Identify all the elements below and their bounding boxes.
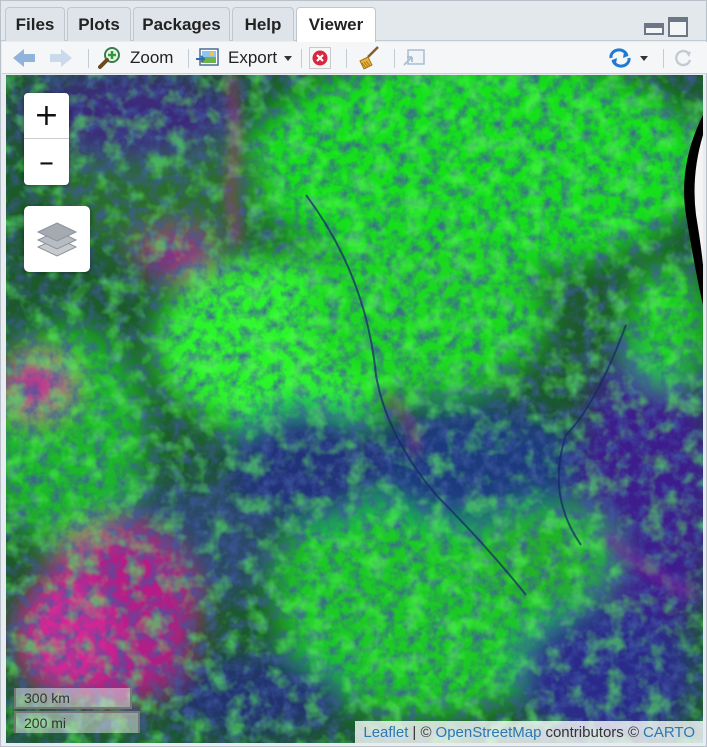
- sync-menu-button[interactable]: [607, 42, 648, 74]
- zoom-control: + –: [24, 93, 69, 185]
- tab-files[interactable]: Files: [5, 7, 65, 41]
- scale-km-label: 300 km: [24, 690, 70, 706]
- tab-packages[interactable]: Packages: [133, 7, 230, 41]
- viewer-toolbar: Zoom Export: [2, 42, 707, 74]
- back-button[interactable]: [13, 42, 35, 74]
- layers-control-button[interactable]: [24, 206, 90, 272]
- export-image-icon: [196, 48, 219, 66]
- window-controls: [644, 17, 688, 37]
- show-in-window-button[interactable]: [402, 42, 426, 74]
- zoom-in-label: +: [33, 98, 60, 133]
- new-window-icon: [403, 49, 425, 66]
- chevron-down-icon: [640, 55, 648, 61]
- tab-viewer[interactable]: Viewer: [296, 7, 376, 42]
- minimize-icon[interactable]: [644, 23, 664, 35]
- tab-plots[interactable]: Plots: [67, 7, 131, 41]
- layers-icon: [36, 222, 78, 257]
- forward-arrow-icon: [50, 49, 72, 67]
- scale-mi-label: 200 mi: [24, 715, 67, 731]
- chevron-down-icon: [284, 55, 293, 61]
- export-label: Export: [228, 48, 278, 67]
- clear-all-button[interactable]: [356, 42, 382, 74]
- sync-icon: [609, 48, 631, 68]
- toolbar-divider: [346, 49, 347, 68]
- attribution-contributors: contributors ©: [545, 723, 640, 741]
- toolbar-divider: [394, 49, 395, 68]
- toolbar-divider: [88, 49, 89, 68]
- viewer-pane: Files Plots Packages Help Viewer Zoom Ex…: [0, 0, 707, 747]
- maximize-icon[interactable]: [668, 17, 688, 37]
- toolbar-divider: [301, 49, 302, 68]
- satellite-imagery-layer: [6, 75, 703, 743]
- clear-viewer-button[interactable]: [309, 42, 331, 74]
- zoom-button[interactable]: Zoom: [98, 42, 173, 74]
- tab-label: Packages: [142, 14, 221, 34]
- tab-label: Plots: [78, 14, 120, 34]
- back-arrow-icon: [13, 49, 35, 67]
- tab-bar: Files Plots Packages Help Viewer: [1, 1, 706, 42]
- zoom-magnifier-icon: [98, 47, 120, 69]
- refresh-button[interactable]: [672, 42, 694, 74]
- refresh-icon: [675, 49, 692, 67]
- toolbar-divider: [663, 49, 664, 68]
- attribution-separator: | ©: [412, 723, 432, 741]
- remove-circle-icon: [309, 47, 331, 69]
- zoom-out-button[interactable]: –: [24, 139, 69, 185]
- scale-bar-imperial: 200 mi: [14, 711, 140, 733]
- leaflet-link[interactable]: Leaflet: [363, 724, 408, 741]
- tab-label: Files: [15, 14, 55, 34]
- tab-label: Help: [244, 14, 282, 34]
- export-menu-button[interactable]: Export: [196, 42, 293, 74]
- zoom-in-button[interactable]: +: [24, 93, 69, 139]
- tab-help[interactable]: Help: [232, 7, 294, 41]
- zoom-out-label: –: [39, 144, 54, 180]
- map-attribution: Leaflet | © OpenStreetMap contributors ©…: [355, 721, 703, 743]
- forward-button[interactable]: [50, 42, 72, 74]
- leaflet-map[interactable]: + – 300 km 200 mi Leaflet | © OpenStreet…: [6, 75, 703, 743]
- tab-label: Viewer: [308, 15, 364, 34]
- scale-bar-metric: 300 km: [14, 688, 132, 709]
- zoom-label: Zoom: [130, 48, 174, 67]
- carto-link[interactable]: CARTO: [643, 724, 695, 741]
- broom-icon: [359, 46, 379, 70]
- openstreetmap-link[interactable]: OpenStreetMap: [436, 724, 542, 741]
- toolbar-divider: [188, 49, 189, 68]
